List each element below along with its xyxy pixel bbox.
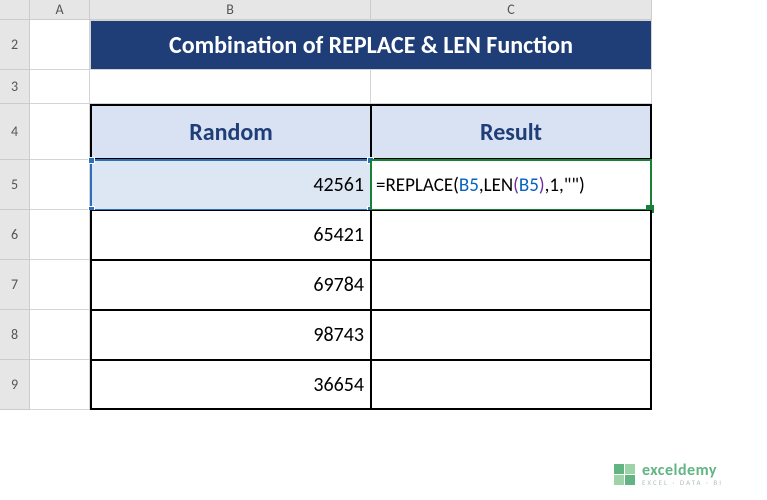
cell-A4[interactable] [30,104,90,160]
cell-B3[interactable] [90,70,371,104]
watermark-tagline: EXCEL · DATA · BI [642,479,723,486]
cell-C5[interactable]: =REPLACE(B5,LEN(B5),1,"") [371,160,652,210]
title-cell[interactable]: Combination of REPLACE & LEN Function [90,20,652,70]
cell-B7[interactable]: 69784 [90,260,371,310]
header-random[interactable]: Random [90,104,371,160]
cell-A6[interactable] [30,210,90,260]
cell-B6[interactable]: 65421 [90,210,371,260]
select-all-corner[interactable] [0,0,30,20]
cell-B9[interactable]: 36654 [90,360,371,410]
spreadsheet-grid: A B C 2 Combination of REPLACE & LEN Fun… [0,0,767,410]
col-header-A[interactable]: A [30,0,90,20]
cell-B8[interactable]: 98743 [90,310,371,360]
cell-A9[interactable] [30,360,90,410]
col-header-B[interactable]: B [90,0,371,20]
watermark-name: exceldemy [642,463,723,479]
row-header-3[interactable]: 3 [0,70,30,104]
row-header-5[interactable]: 5 [0,160,30,210]
row-header-8[interactable]: 8 [0,310,30,360]
col-header-C[interactable]: C [371,0,652,20]
header-result[interactable]: Result [371,104,652,160]
cell-C3[interactable] [371,70,652,104]
cell-C7[interactable] [371,260,652,310]
formula-text: =REPLACE(B5,LEN(B5),1,"") [376,174,585,197]
cell-A2[interactable] [30,20,90,70]
cell-C8[interactable] [371,310,652,360]
cell-C9[interactable] [371,360,652,410]
row-header-4[interactable]: 4 [0,104,30,160]
cell-C6[interactable] [371,210,652,260]
watermark: exceldemy EXCEL · DATA · BI [614,463,723,486]
cell-B5[interactable]: 42561 [90,160,371,210]
selection-handle-icon [88,157,95,164]
cell-A3[interactable] [30,70,90,104]
row-header-7[interactable]: 7 [0,260,30,310]
watermark-text: exceldemy EXCEL · DATA · BI [642,463,723,486]
cell-A5[interactable] [30,160,90,210]
row-header-6[interactable]: 6 [0,210,30,260]
cell-B5-value: 42561 [313,173,364,197]
cell-A8[interactable] [30,310,90,360]
row-header-2[interactable]: 2 [0,20,30,70]
row-header-9[interactable]: 9 [0,360,30,410]
cell-A7[interactable] [30,260,90,310]
exceldemy-logo-icon [614,464,636,486]
